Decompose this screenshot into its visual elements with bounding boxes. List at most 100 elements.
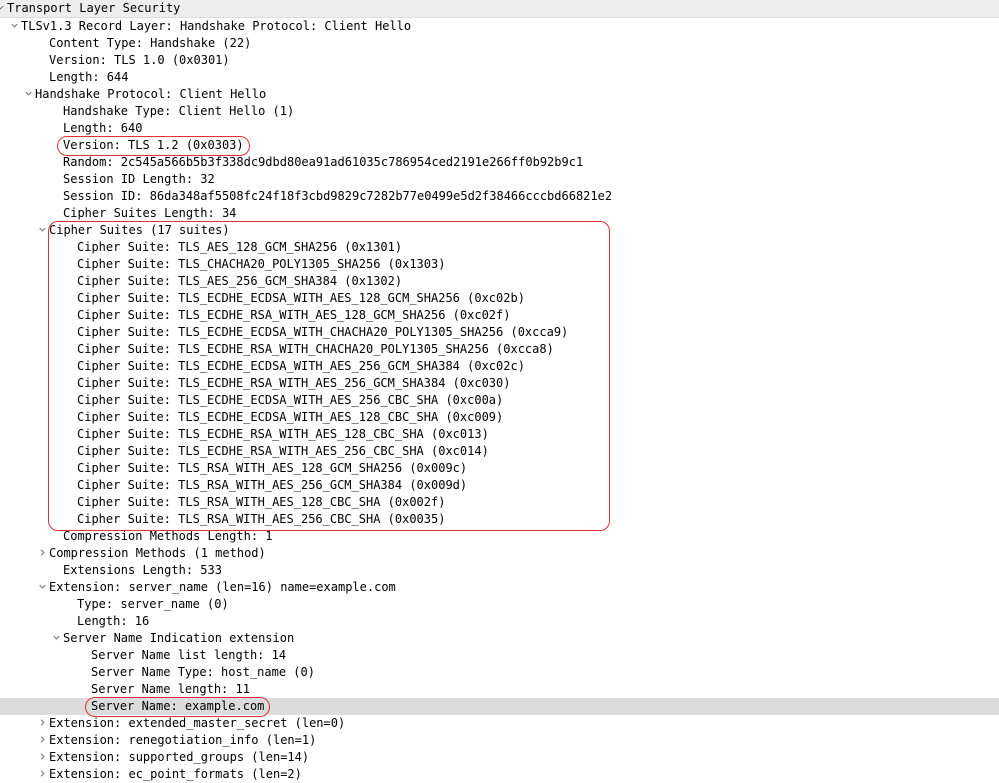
tree-row[interactable]: Cipher Suite: TLS_ECDHE_ECDSA_WITH_AES_1…: [0, 409, 999, 426]
tree-row[interactable]: Cipher Suite: TLS_ECDHE_RSA_WITH_AES_256…: [0, 443, 999, 460]
tree-row-text: Cipher Suite: TLS_RSA_WITH_AES_128_CBC_S…: [77, 495, 445, 509]
tree-row-text: Cipher Suite: TLS_ECDHE_ECDSA_WITH_AES_2…: [77, 393, 503, 407]
tree-row-text: Content Type: Handshake (22): [49, 36, 251, 50]
tree-row-text: Handshake Type: Client Hello (1): [63, 104, 294, 118]
tree-row[interactable]: Session ID Length: 32: [0, 171, 999, 188]
tree-row[interactable]: Cipher Suites Length: 34: [0, 205, 999, 222]
tree-row-text: Server Name: example.com: [91, 699, 264, 713]
tree-row[interactable]: Type: server_name (0): [0, 596, 999, 613]
tree-row-text: Length: 16: [77, 614, 149, 628]
tree-row-text: Cipher Suite: TLS_CHACHA20_POLY1305_SHA2…: [77, 257, 445, 271]
tree-row[interactable]: Random: 2c545a566b5b3f338dc9dbd80ea91ad6…: [0, 154, 999, 171]
tree-row-text: Compression Methods (1 method): [49, 546, 266, 560]
tree-row[interactable]: Length: 644: [0, 69, 999, 86]
tree-row-text: Cipher Suite: TLS_ECDHE_RSA_WITH_AES_256…: [77, 376, 510, 390]
tree-row-text: Cipher Suite: TLS_RSA_WITH_AES_128_GCM_S…: [77, 461, 467, 475]
expand-icon[interactable]: [53, 634, 60, 641]
tree-row[interactable]: Extension: ec_point_formats (len=2): [0, 766, 999, 783]
tree-row-text: Session ID Length: 32: [63, 172, 215, 186]
tree-row-text: Server Name length: 11: [91, 682, 250, 696]
tree-row-text: Handshake Protocol: Client Hello: [35, 87, 266, 101]
tree-row[interactable]: TLSv1.3 Record Layer: Handshake Protocol…: [0, 18, 999, 35]
tree-row[interactable]: Cipher Suite: TLS_RSA_WITH_AES_128_CBC_S…: [0, 494, 999, 511]
tree-row-text: Cipher Suite: TLS_ECDHE_RSA_WITH_CHACHA2…: [77, 342, 554, 356]
tree-row-text: Length: 644: [49, 70, 128, 84]
tree-row-text: Cipher Suite: TLS_RSA_WITH_AES_256_GCM_S…: [77, 478, 467, 492]
tree-row[interactable]: Server Name Indication extension: [0, 630, 999, 647]
tree-row-text: Version: TLS 1.0 (0x0301): [49, 53, 230, 67]
tree-row[interactable]: Length: 16: [0, 613, 999, 630]
tree-row[interactable]: Transport Layer Security: [0, 0, 999, 18]
tree-row[interactable]: Cipher Suite: TLS_ECDHE_RSA_WITH_AES_128…: [0, 426, 999, 443]
tree-row-text: Length: 640: [63, 121, 142, 135]
collapse-icon[interactable]: [39, 770, 46, 777]
tree-row[interactable]: Handshake Type: Client Hello (1): [0, 103, 999, 120]
tree-row-text: Cipher Suite: TLS_ECDHE_RSA_WITH_AES_256…: [77, 444, 489, 458]
tree-row-text: Extension: supported_groups (len=14): [49, 750, 309, 764]
expand-icon[interactable]: [11, 22, 18, 29]
tree-row-text: Type: server_name (0): [77, 597, 229, 611]
tree-row[interactable]: Cipher Suite: TLS_AES_256_GCM_SHA384 (0x…: [0, 273, 999, 290]
tree-row[interactable]: Cipher Suite: TLS_RSA_WITH_AES_128_GCM_S…: [0, 460, 999, 477]
tree-row[interactable]: Cipher Suite: TLS_ECDHE_ECDSA_WITH_AES_2…: [0, 358, 999, 375]
tree-row[interactable]: Compression Methods (1 method): [0, 545, 999, 562]
expand-icon[interactable]: [0, 4, 4, 11]
tree-row-text: Cipher Suite: TLS_ECDHE_RSA_WITH_AES_128…: [77, 308, 510, 322]
tree-row[interactable]: Cipher Suite: TLS_ECDHE_ECDSA_WITH_CHACH…: [0, 324, 999, 341]
tree-row[interactable]: Extension: supported_groups (len=14): [0, 749, 999, 766]
tree-row-text: Cipher Suite: TLS_RSA_WITH_AES_256_CBC_S…: [77, 512, 445, 526]
tree-row-text: Server Name Indication extension: [63, 631, 294, 645]
tree-row-text: Extensions Length: 533: [63, 563, 222, 577]
tree-row[interactable]: Extensions Length: 533: [0, 562, 999, 579]
tree-row[interactable]: Extension: extended_master_secret (len=0…: [0, 715, 999, 732]
expand-icon[interactable]: [39, 583, 46, 590]
tree-row[interactable]: Session ID: 86da348af5508fc24f18f3cbd982…: [0, 188, 999, 205]
tree-row-text: Cipher Suite: TLS_ECDHE_ECDSA_WITH_AES_1…: [77, 410, 503, 424]
tree-row-text: Cipher Suite: TLS_ECDHE_ECDSA_WITH_AES_2…: [77, 359, 525, 373]
tree-row[interactable]: Extension: renegotiation_info (len=1): [0, 732, 999, 749]
collapse-icon[interactable]: [39, 736, 46, 743]
tree-row-text: Compression Methods Length: 1: [63, 529, 273, 543]
tree-row-text: Transport Layer Security: [7, 1, 180, 15]
tree-row-text: Extension: extended_master_secret (len=0…: [49, 716, 345, 730]
tree-row-text: Random: 2c545a566b5b3f338dc9dbd80ea91ad6…: [63, 155, 583, 169]
tree-row[interactable]: Version: TLS 1.0 (0x0301): [0, 52, 999, 69]
collapse-icon[interactable]: [39, 549, 46, 556]
tree-row[interactable]: Cipher Suite: TLS_RSA_WITH_AES_256_CBC_S…: [0, 511, 999, 528]
tree-row[interactable]: Server Name: example.com: [0, 698, 999, 715]
tree-row-text: Server Name list length: 14: [91, 648, 286, 662]
tree-row[interactable]: Length: 640: [0, 120, 999, 137]
tree-row[interactable]: Cipher Suite: TLS_RSA_WITH_AES_256_GCM_S…: [0, 477, 999, 494]
tree-row[interactable]: Cipher Suite: TLS_AES_128_GCM_SHA256 (0x…: [0, 239, 999, 256]
expand-icon[interactable]: [25, 90, 32, 97]
tree-row-text: Cipher Suites (17 suites): [49, 223, 230, 237]
tree-row-text: Session ID: 86da348af5508fc24f18f3cbd982…: [63, 189, 612, 203]
tree-row[interactable]: Server Name list length: 14: [0, 647, 999, 664]
tree-row[interactable]: Version: TLS 1.2 (0x0303): [0, 137, 999, 154]
tree-row-text: Cipher Suite: TLS_AES_128_GCM_SHA256 (0x…: [77, 240, 402, 254]
tree-row-text: Cipher Suite: TLS_AES_256_GCM_SHA384 (0x…: [77, 274, 402, 288]
tree-row-text: Cipher Suite: TLS_ECDHE_ECDSA_WITH_CHACH…: [77, 325, 568, 339]
tree-row[interactable]: Server Name Type: host_name (0): [0, 664, 999, 681]
tree-row[interactable]: Server Name length: 11: [0, 681, 999, 698]
tree-row-text: Cipher Suites Length: 34: [63, 206, 236, 220]
tree-row[interactable]: Cipher Suites (17 suites): [0, 222, 999, 239]
tree-row[interactable]: Cipher Suite: TLS_ECDHE_RSA_WITH_AES_256…: [0, 375, 999, 392]
collapse-icon[interactable]: [39, 753, 46, 760]
expand-icon[interactable]: [39, 226, 46, 233]
tree-row-text: Extension: server_name (len=16) name=exa…: [49, 580, 396, 594]
tree-row[interactable]: Cipher Suite: TLS_ECDHE_ECDSA_WITH_AES_2…: [0, 392, 999, 409]
tree-row[interactable]: Cipher Suite: TLS_ECDHE_RSA_WITH_CHACHA2…: [0, 341, 999, 358]
tree-row-text: Version: TLS 1.2 (0x0303): [63, 138, 244, 152]
tree-row[interactable]: Content Type: Handshake (22): [0, 35, 999, 52]
tree-row[interactable]: Extension: server_name (len=16) name=exa…: [0, 579, 999, 596]
tree-row[interactable]: Handshake Protocol: Client Hello: [0, 86, 999, 103]
tree-row[interactable]: Cipher Suite: TLS_CHACHA20_POLY1305_SHA2…: [0, 256, 999, 273]
tree-row[interactable]: Compression Methods Length: 1: [0, 528, 999, 545]
tree-row[interactable]: Cipher Suite: TLS_ECDHE_RSA_WITH_AES_128…: [0, 307, 999, 324]
tree-row-text: Cipher Suite: TLS_ECDHE_ECDSA_WITH_AES_1…: [77, 291, 525, 305]
collapse-icon[interactable]: [39, 719, 46, 726]
tree-row[interactable]: Cipher Suite: TLS_ECDHE_ECDSA_WITH_AES_1…: [0, 290, 999, 307]
tree-row-text: Cipher Suite: TLS_ECDHE_RSA_WITH_AES_128…: [77, 427, 489, 441]
tree-row-text: TLSv1.3 Record Layer: Handshake Protocol…: [21, 19, 411, 33]
